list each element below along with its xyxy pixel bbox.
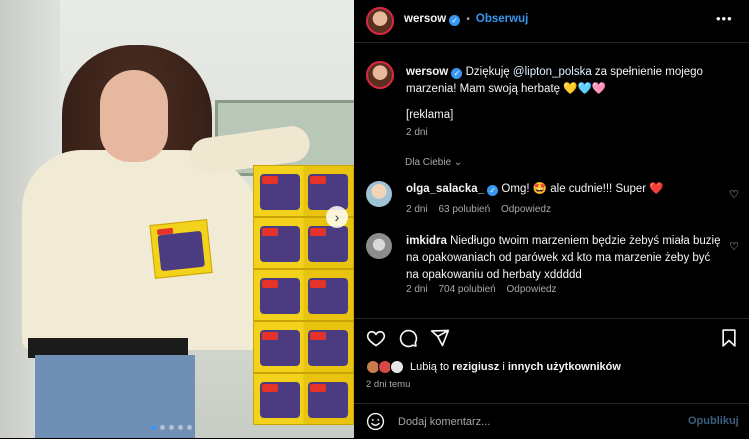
- woman-sweater: [22, 150, 262, 350]
- commenter-avatar[interactable]: [366, 233, 392, 259]
- comment-meta: 2 dni 63 polubień Odpowiedz: [406, 204, 551, 215]
- caption-text: wersow ✓ Dziękuję @lipton_polska za speł…: [406, 66, 703, 95]
- chevron-down-icon: ⌄: [453, 157, 463, 168]
- author-username[interactable]: wersow: [404, 13, 446, 25]
- woman-face: [100, 70, 168, 162]
- comment-icon[interactable]: [398, 328, 418, 348]
- comments-scroll[interactable]: wersow ✓ Dziękuję @lipton_polska za speł…: [354, 43, 749, 317]
- action-bar: [354, 318, 749, 355]
- tea-box: [253, 373, 354, 425]
- comment-username[interactable]: olga_salacka_: [406, 183, 484, 195]
- author-avatar[interactable]: [366, 7, 394, 35]
- heart-icon[interactable]: ♡: [728, 189, 740, 201]
- caption-time[interactable]: 2 dni: [406, 127, 428, 138]
- verified-badge-icon: ✓: [449, 15, 461, 26]
- post-time[interactable]: 2 dni temu: [366, 379, 410, 390]
- comment-text: imkidra Niedługo twoim marzeniem będzie …: [406, 235, 721, 281]
- tea-box: [253, 269, 354, 321]
- caption-tag: [reklama]: [406, 109, 454, 121]
- caption-avatar[interactable]: [366, 61, 394, 89]
- likes-section: Lubią to rezigiusz i innych użytkowników…: [354, 354, 749, 400]
- post-image[interactable]: ›: [0, 0, 354, 438]
- heart-icon[interactable]: ♡: [728, 241, 740, 253]
- post-header: wersow ✓ • Obserwuj •••: [354, 0, 749, 43]
- heart-icon[interactable]: [366, 328, 386, 348]
- post-sidebar: wersow ✓ • Obserwuj ••• wersow ✓ Dziękuj…: [354, 0, 749, 438]
- reply-button[interactable]: Odpowiedz: [501, 204, 551, 215]
- publish-button[interactable]: Opublikuj: [688, 415, 739, 427]
- next-slide-icon[interactable]: ›: [326, 206, 348, 228]
- comment-sort[interactable]: Dla Ciebie ⌄: [405, 157, 462, 168]
- liked-by-text: Lubią to rezigiusz i innych użytkowników: [410, 361, 621, 373]
- emoji-icon[interactable]: [366, 412, 385, 431]
- more-options-icon[interactable]: •••: [716, 11, 733, 26]
- liker-avatar[interactable]: [390, 360, 404, 374]
- verified-badge-icon: ✓: [451, 68, 463, 79]
- verified-badge-icon: ✓: [487, 185, 499, 196]
- carousel-indicator: [151, 425, 192, 430]
- tea-box: [253, 321, 354, 373]
- share-icon[interactable]: [430, 328, 450, 348]
- caption-username[interactable]: wersow: [406, 66, 448, 78]
- comment-meta: 2 dni 704 polubień Odpowiedz: [406, 284, 557, 295]
- commenter-avatar[interactable]: [366, 181, 392, 207]
- comment-composer: Opublikuj: [354, 403, 749, 439]
- comment-input[interactable]: [396, 412, 670, 432]
- comment-username[interactable]: imkidra: [406, 235, 447, 247]
- comment-text: olga_salacka_ ✓ Omg! 🤩 ale cudnie!!! Sup…: [406, 183, 664, 196]
- reply-button[interactable]: Odpowiedz: [507, 284, 557, 295]
- mention-link[interactable]: @lipton_polska: [513, 66, 592, 78]
- follow-button[interactable]: Obserwuj: [476, 13, 528, 25]
- bookmark-icon[interactable]: [719, 328, 739, 348]
- held-tea-box: [149, 219, 213, 279]
